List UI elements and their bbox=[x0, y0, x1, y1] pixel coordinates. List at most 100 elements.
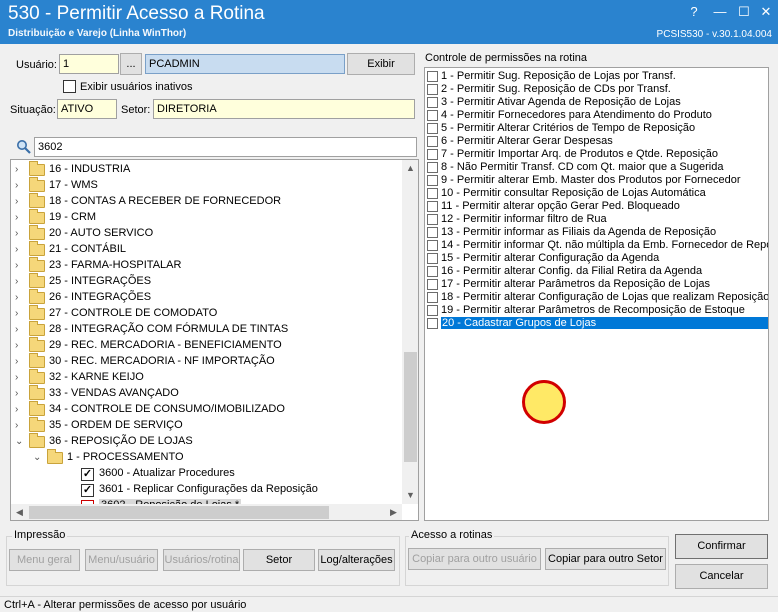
collapsed-chevron-icon[interactable]: › bbox=[15, 196, 25, 208]
minimize-button[interactable]: — bbox=[710, 3, 730, 21]
permission-checkbox[interactable] bbox=[427, 149, 438, 160]
usuarios-rotina-button[interactable]: Usuários/rotina bbox=[163, 549, 240, 571]
permission-label: 17 - Permitir alterar Parâmetros da Repo… bbox=[441, 278, 711, 290]
permission-checkbox[interactable] bbox=[427, 123, 438, 134]
window-subtitle: Distribuição e Varejo (Linha WinThor) bbox=[8, 28, 187, 39]
permission-checkbox[interactable] bbox=[427, 110, 438, 121]
collapsed-chevron-icon[interactable]: › bbox=[15, 404, 25, 416]
folder-icon bbox=[29, 401, 45, 416]
collapsed-chevron-icon[interactable]: › bbox=[15, 356, 25, 368]
tree-item-label: 27 - CONTROLE DE COMODATO bbox=[49, 307, 218, 319]
tree-hscroll-thumb[interactable] bbox=[29, 506, 329, 519]
tree-scrollbar-horizontal[interactable]: ◀ ▶ bbox=[11, 504, 402, 520]
permission-label: 19 - Permitir alterar Parâmetros de Reco… bbox=[441, 304, 745, 316]
setor-button[interactable]: Setor bbox=[243, 549, 315, 571]
folder-icon bbox=[29, 241, 45, 256]
collapsed-chevron-icon[interactable]: › bbox=[15, 228, 25, 240]
permission-checkbox[interactable] bbox=[427, 97, 438, 108]
usuario-label: Usuário: bbox=[16, 59, 57, 71]
permission-checkbox[interactable] bbox=[427, 188, 438, 199]
expanded-chevron-icon[interactable]: ⌄ bbox=[33, 452, 43, 464]
permission-label: 7 - Permitir Importar Arq. de Produtos e… bbox=[441, 148, 718, 160]
help-icon[interactable]: ? bbox=[684, 3, 704, 21]
permission-checkbox[interactable] bbox=[427, 136, 438, 147]
folder-icon bbox=[29, 273, 45, 288]
permission-checkbox[interactable] bbox=[427, 266, 438, 277]
tree-scroll-thumb[interactable] bbox=[404, 352, 417, 462]
collapsed-chevron-icon[interactable]: › bbox=[15, 276, 25, 288]
tree-item-label: 28 - INTEGRAÇÃO COM FÓRMULA DE TINTAS bbox=[49, 323, 289, 335]
permission-label: 1 - Permitir Sug. Reposição de Lojas por… bbox=[441, 70, 676, 82]
routine-checkbox[interactable]: ✓ bbox=[81, 484, 94, 497]
permission-checkbox[interactable] bbox=[427, 292, 438, 303]
permission-label: 14 - Permitir informar Qt. não múltipla … bbox=[441, 239, 768, 251]
collapsed-chevron-icon[interactable]: › bbox=[15, 164, 25, 176]
scroll-up-icon[interactable]: ▲ bbox=[402, 160, 418, 177]
expanded-chevron-icon[interactable]: ⌄ bbox=[15, 436, 25, 448]
cursor-highlight bbox=[522, 380, 566, 424]
collapsed-chevron-icon[interactable]: › bbox=[15, 324, 25, 336]
permission-checkbox[interactable] bbox=[427, 305, 438, 316]
exibir-inativos-checkbox[interactable] bbox=[63, 80, 76, 93]
permission-checkbox[interactable] bbox=[427, 214, 438, 225]
permission-checkbox[interactable] bbox=[427, 84, 438, 95]
collapsed-chevron-icon[interactable]: › bbox=[15, 308, 25, 320]
scroll-left-icon[interactable]: ◀ bbox=[11, 504, 28, 520]
tree-item-label: 25 - INTEGRAÇÕES bbox=[49, 275, 152, 287]
collapsed-chevron-icon[interactable]: › bbox=[15, 340, 25, 352]
tree-item-label: 19 - CRM bbox=[49, 211, 97, 223]
tree-item-label: 16 - INDUSTRIA bbox=[49, 163, 131, 175]
maximize-button[interactable]: ☐ bbox=[734, 3, 754, 21]
collapsed-chevron-icon[interactable]: › bbox=[15, 212, 25, 224]
folder-icon bbox=[29, 417, 45, 432]
confirmar-button[interactable]: Confirmar bbox=[675, 534, 768, 559]
log-alteracoes-button[interactable]: Log/alterações bbox=[318, 549, 395, 571]
tree-item-label: 33 - VENDAS AVANÇADO bbox=[49, 387, 179, 399]
close-button[interactable]: ✕ bbox=[756, 3, 776, 21]
permission-checkbox[interactable] bbox=[427, 71, 438, 82]
permission-label: 4 - Permitir Fornecedores para Atendimen… bbox=[441, 109, 712, 121]
permission-checkbox[interactable] bbox=[427, 240, 438, 251]
tree-item-label: 29 - REC. MERCADORIA - BENEFICIAMENTO bbox=[49, 339, 282, 351]
collapsed-chevron-icon[interactable]: › bbox=[15, 260, 25, 272]
permission-checkbox[interactable] bbox=[427, 201, 438, 212]
menu-geral-button[interactable]: Menu geral bbox=[9, 549, 80, 571]
window-title: 530 - Permitir Acesso a Rotina bbox=[8, 3, 265, 24]
menu-usuario-button[interactable]: Menu/usuário bbox=[85, 549, 158, 571]
scroll-down-icon[interactable]: ▼ bbox=[402, 487, 418, 504]
scroll-right-icon[interactable]: ▶ bbox=[385, 504, 402, 520]
tree-scrollbar-vertical[interactable]: ▲ ▼ bbox=[402, 160, 418, 504]
permission-checkbox[interactable] bbox=[427, 175, 438, 186]
tree-item-label: 30 - REC. MERCADORIA - NF IMPORTAÇÃO bbox=[49, 355, 275, 367]
usuario-code-input[interactable]: 1 bbox=[59, 54, 119, 74]
permission-label: 15 - Permitir alterar Configuração da Ag… bbox=[441, 252, 660, 264]
folder-icon bbox=[29, 385, 45, 400]
permission-checkbox[interactable] bbox=[427, 279, 438, 290]
tree-item-label: 17 - WMS bbox=[49, 179, 98, 191]
tree-item-label: 32 - KARNE KEIJO bbox=[49, 371, 144, 383]
folder-icon bbox=[29, 209, 45, 224]
copiar-usuario-button[interactable]: Copiar para outro usuário bbox=[408, 548, 541, 570]
tree-item-label: 18 - CONTAS A RECEBER DE FORNECEDOR bbox=[49, 195, 282, 207]
cancelar-button[interactable]: Cancelar bbox=[675, 564, 768, 589]
permission-checkbox[interactable] bbox=[427, 318, 438, 329]
collapsed-chevron-icon[interactable]: › bbox=[15, 292, 25, 304]
search-input[interactable]: 3602 bbox=[34, 137, 417, 157]
permission-label: 13 - Permitir informar as Filiais da Age… bbox=[441, 226, 717, 238]
collapsed-chevron-icon[interactable]: › bbox=[15, 388, 25, 400]
collapsed-chevron-icon[interactable]: › bbox=[15, 180, 25, 192]
acesso-title: Acesso a rotinas bbox=[409, 529, 495, 541]
collapsed-chevron-icon[interactable]: › bbox=[15, 420, 25, 432]
copiar-setor-button[interactable]: Copiar para outro Setor bbox=[545, 548, 666, 570]
tree-item-label: 3600 - Atualizar Procedures bbox=[99, 467, 235, 479]
exibir-button[interactable]: Exibir bbox=[347, 53, 415, 75]
permission-label: 3 - Permitir Ativar Agenda de Reposição … bbox=[441, 96, 681, 108]
usuario-lookup-button[interactable]: ... bbox=[120, 53, 142, 75]
collapsed-chevron-icon[interactable]: › bbox=[15, 244, 25, 256]
collapsed-chevron-icon[interactable]: › bbox=[15, 372, 25, 384]
permission-checkbox[interactable] bbox=[427, 227, 438, 238]
permission-checkbox[interactable] bbox=[427, 253, 438, 264]
search-icon bbox=[16, 139, 32, 155]
permission-checkbox[interactable] bbox=[427, 162, 438, 173]
routine-checkbox[interactable]: ✓ bbox=[81, 468, 94, 481]
